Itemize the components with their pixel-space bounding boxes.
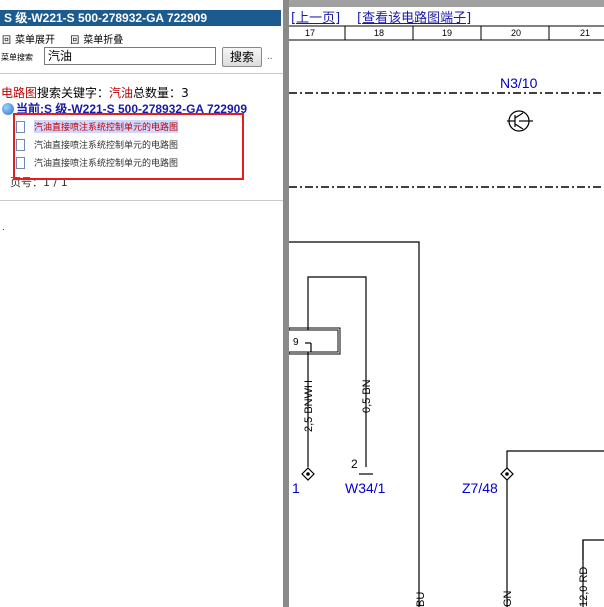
result-keyword-label: 搜索关键字： [37,86,110,100]
search-more[interactable]: .. [267,51,273,62]
vehicle-title: S 级-W221-S 500-278932-GA 722909 [0,10,281,26]
component-label-n3-10: N3/10 [500,75,538,91]
search-label: 菜单搜索 [1,53,33,62]
diamond-terminal-left [301,467,315,481]
divider [0,200,283,201]
diagram-pane: 17 18 19 20 21 N3/10 9 2,5 BNWH 0,5 BN 1… [289,0,604,607]
wire-label-bnwh: 2,5 BNWH [303,380,315,432]
search-input[interactable]: 汽油 [44,47,216,65]
connector-w34-1: W34/1 [345,480,386,496]
wire-label-bu: BU [415,592,427,607]
left-pane: S 级-W221-S 500-278932-GA 722909 回菜单展开 回菜… [0,0,283,607]
prev-page-link[interactable]: [上一页] [291,7,340,26]
connector-z7-48: Z7/48 [462,480,498,496]
wire-label-bn: 0,5 BN [361,379,373,413]
search-result-summary: 电路图搜索关键字：汽油总数量：3 [1,84,189,101]
anchor-dot[interactable]: . [2,222,5,233]
result-count-label: 总数量： [133,86,182,100]
column-18: 18 [374,28,384,38]
wire-label-gn: GN [502,590,514,607]
menu-controls: 回菜单展开 回菜单折叠 [2,31,127,46]
connector-1: 1 [292,480,300,496]
diamond-terminal-z7 [500,467,514,481]
column-21: 21 [580,28,590,38]
collapse-icon[interactable]: 回 [70,36,79,46]
column-19: 19 [442,28,452,38]
column-17: 17 [305,28,315,38]
divider [0,73,283,74]
pin-2: 2 [351,457,358,471]
highlight-annotation [13,113,244,180]
pin-9: 9 [293,337,299,348]
result-keyword: 汽油 [109,86,134,100]
view-terminals-link[interactable]: [查看该电路图端子] [357,7,471,26]
search-button[interactable]: 搜索 [222,47,262,67]
menu-expand-link[interactable]: 菜单展开 [15,35,55,46]
wiring-diagram: 17 18 19 20 21 N3/10 9 2,5 BNWH 0,5 BN 1… [289,25,604,607]
search-row: 菜单搜索 汽油 搜索 .. [0,47,281,69]
wire-label-rd: 12,0 RD [578,567,590,607]
expand-icon[interactable]: 回 [2,36,11,46]
result-category: 电路图 [1,86,38,100]
transistor-symbol [507,110,533,132]
menu-collapse-link[interactable]: 菜单折叠 [83,35,123,46]
result-count: 3 [181,86,189,100]
column-20: 20 [511,28,521,38]
